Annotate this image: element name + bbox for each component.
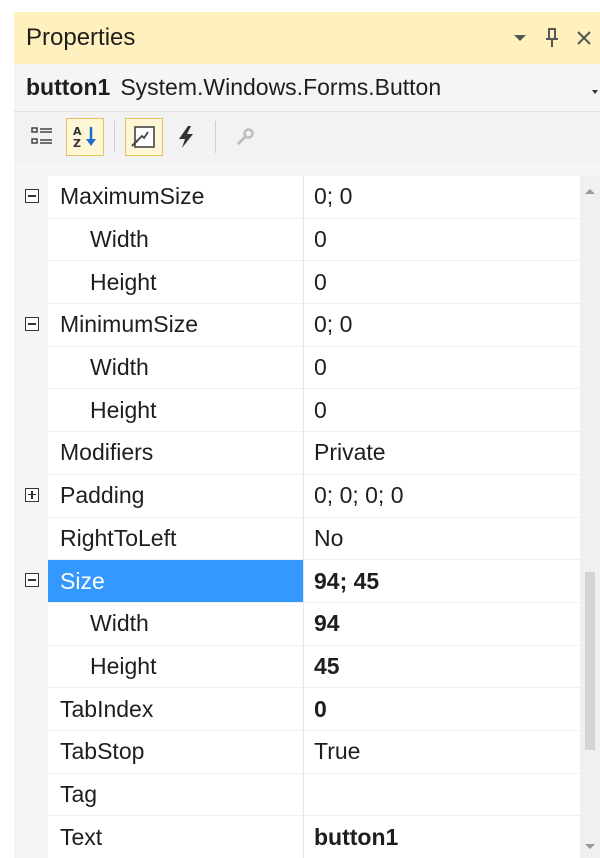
property-row[interactable]: MaximumSize 0; 0 — [14, 176, 580, 219]
row-gutter — [14, 304, 48, 347]
property-name[interactable]: MinimumSize — [48, 304, 304, 347]
property-row[interactable]: Height 0 — [14, 389, 580, 433]
row-gutter — [14, 176, 48, 219]
row-gutter — [14, 346, 48, 390]
row-gutter — [14, 432, 48, 475]
chevron-down-icon[interactable] — [590, 78, 600, 105]
property-value[interactable]: 0; 0 — [304, 176, 580, 219]
title-bar: Properties — [14, 12, 600, 64]
title-bar-buttons — [504, 12, 600, 64]
row-gutter — [14, 645, 48, 689]
property-value[interactable]: 0 — [304, 347, 580, 390]
property-value[interactable] — [304, 774, 580, 817]
property-row[interactable]: Padding 0; 0; 0; 0 — [14, 474, 580, 518]
property-row[interactable]: Height 0 — [14, 261, 580, 305]
property-value[interactable]: 0; 0; 0; 0 — [304, 475, 580, 518]
row-gutter — [14, 261, 48, 305]
property-name[interactable]: TabIndex — [48, 688, 304, 731]
categorized-icon[interactable] — [24, 118, 62, 156]
property-value[interactable]: True — [304, 731, 580, 774]
row-gutter — [14, 218, 48, 262]
property-name[interactable]: Height — [48, 645, 304, 689]
property-pages-icon[interactable] — [226, 118, 264, 156]
property-row[interactable]: TabStop True — [14, 730, 580, 774]
row-gutter — [14, 474, 48, 518]
collapse-minus-icon[interactable] — [25, 573, 39, 588]
vertical-scrollbar[interactable] — [580, 176, 600, 858]
toolbar-separator — [215, 121, 216, 153]
property-name[interactable]: Size — [48, 560, 304, 603]
events-icon[interactable] — [167, 118, 205, 156]
panel-title: Properties — [26, 24, 136, 51]
row-gutter — [14, 517, 48, 561]
property-row[interactable]: Text button1 — [14, 816, 580, 858]
property-name[interactable]: Modifiers — [48, 432, 304, 475]
properties-icon[interactable] — [125, 118, 163, 156]
row-gutter — [14, 816, 48, 858]
row-gutter — [14, 688, 48, 731]
property-row[interactable]: RightToLeft No — [14, 517, 580, 561]
svg-text:Z: Z — [73, 137, 81, 150]
property-row[interactable]: MinimumSize 0; 0 — [14, 304, 580, 347]
toolbar-separator — [114, 121, 115, 153]
scroll-up-icon[interactable] — [580, 180, 600, 202]
row-gutter — [14, 389, 48, 433]
close-icon[interactable] — [568, 18, 600, 58]
alphabetical-icon[interactable]: A Z — [66, 118, 104, 156]
property-name[interactable]: Tag — [48, 773, 304, 817]
property-name[interactable]: RightToLeft — [48, 517, 304, 561]
collapse-minus-icon[interactable] — [25, 317, 39, 332]
property-row[interactable]: Width 0 — [14, 218, 580, 262]
property-value[interactable]: 0 — [304, 261, 580, 305]
object-selector[interactable]: button1 System.Windows.Forms.Button — [14, 64, 600, 112]
property-name[interactable]: MaximumSize — [48, 176, 304, 219]
property-name[interactable]: Height — [48, 261, 304, 305]
property-value[interactable]: 94; 45 — [304, 560, 580, 603]
property-name[interactable]: Width — [48, 602, 304, 646]
expand-plus-icon[interactable] — [25, 487, 39, 502]
collapse-minus-icon[interactable] — [25, 189, 39, 203]
property-value[interactable]: 0; 0 — [304, 304, 580, 347]
property-grid: MaximumSize 0; 0 Width 0 Height 0 Minimu… — [14, 176, 580, 858]
property-value[interactable]: 94 — [304, 603, 580, 646]
property-value[interactable]: Private — [304, 432, 580, 475]
property-name[interactable]: Width — [48, 218, 304, 262]
property-value[interactable]: 0 — [304, 688, 580, 731]
property-row[interactable]: Width 94 — [14, 602, 580, 646]
property-row[interactable]: Modifiers Private — [14, 432, 580, 475]
property-row[interactable]: Width 0 — [14, 346, 580, 390]
dropdown-arrow-icon[interactable] — [504, 18, 536, 58]
property-name[interactable]: Height — [48, 389, 304, 433]
row-gutter — [14, 560, 48, 603]
property-row[interactable]: Height 45 — [14, 645, 580, 689]
properties-panel: Properties button1 System.Windows.Forms.… — [14, 12, 600, 858]
object-type: System.Windows.Forms.Button — [120, 74, 442, 100]
property-name[interactable]: Padding — [48, 474, 304, 518]
property-toolbar: A Z — [14, 112, 600, 162]
property-value[interactable]: No — [304, 518, 580, 561]
pin-icon[interactable] — [536, 18, 568, 58]
property-value[interactable]: button1 — [304, 816, 580, 858]
property-name[interactable]: Text — [48, 816, 304, 858]
property-row[interactable]: Size 94; 45 — [14, 560, 580, 603]
row-gutter — [14, 730, 48, 774]
property-name[interactable]: TabStop — [48, 730, 304, 774]
scroll-down-icon[interactable] — [580, 836, 600, 858]
property-row[interactable]: TabIndex 0 — [14, 688, 580, 731]
property-value[interactable]: 45 — [304, 646, 580, 689]
property-row[interactable]: Tag — [14, 773, 580, 817]
row-gutter — [14, 773, 48, 817]
property-name[interactable]: Width — [48, 346, 304, 390]
scrollbar-thumb[interactable] — [585, 572, 595, 750]
row-gutter — [14, 602, 48, 646]
object-name: button1 — [26, 74, 111, 100]
property-value[interactable]: 0 — [304, 389, 580, 433]
property-value[interactable]: 0 — [304, 219, 580, 262]
